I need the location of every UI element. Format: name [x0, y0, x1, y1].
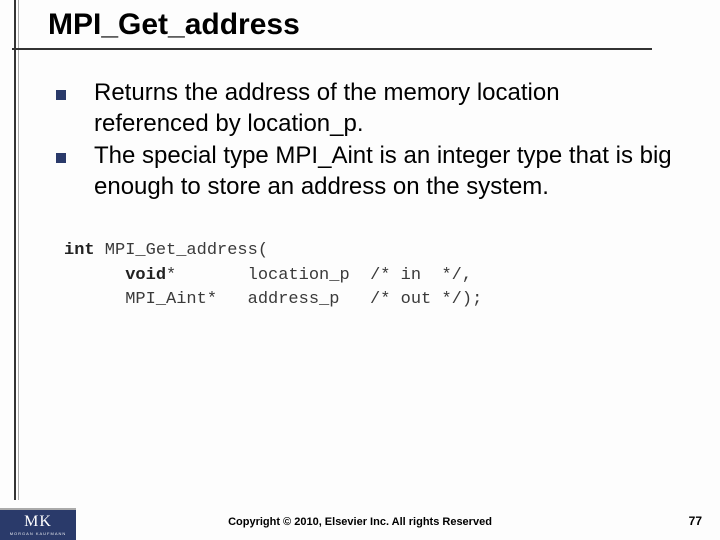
- vertical-rule: [14, 0, 16, 500]
- list-item: The special type MPI_Aint is an integer …: [56, 141, 680, 202]
- vertical-rule-thin: [18, 0, 19, 500]
- code-block: int MPI_Get_address( void* location_p /*…: [64, 239, 680, 313]
- code-text: * location_p /* in */,: [166, 266, 472, 285]
- bullet-text: Returns the address of the memory locati…: [94, 78, 680, 139]
- bullet-text: The special type MPI_Aint is an integer …: [94, 141, 680, 202]
- title-underline: [12, 48, 652, 50]
- footer: MK MORGAN KAUFMANN Copyright © 2010, Els…: [0, 504, 720, 540]
- code-keyword: int: [64, 241, 95, 260]
- code-keyword: void: [125, 266, 166, 285]
- content: Returns the address of the memory locati…: [0, 50, 720, 313]
- bullet-icon: [56, 90, 66, 100]
- code-text: MPI_Get_address(: [95, 241, 268, 260]
- code-text: MPI_Aint* address_p /* out */);: [64, 290, 482, 309]
- list-item: Returns the address of the memory locati…: [56, 78, 680, 139]
- publisher-name: MORGAN KAUFMANN: [10, 532, 67, 536]
- title-region: MPI_Get_address: [0, 0, 720, 50]
- bullet-list: Returns the address of the memory locati…: [56, 78, 680, 203]
- bullet-icon: [56, 153, 66, 163]
- copyright: Copyright © 2010, Elsevier Inc. All righ…: [0, 516, 720, 528]
- page-title: MPI_Get_address: [0, 8, 720, 48]
- slide: MPI_Get_address Returns the address of t…: [0, 0, 720, 540]
- page-number: 77: [689, 514, 702, 528]
